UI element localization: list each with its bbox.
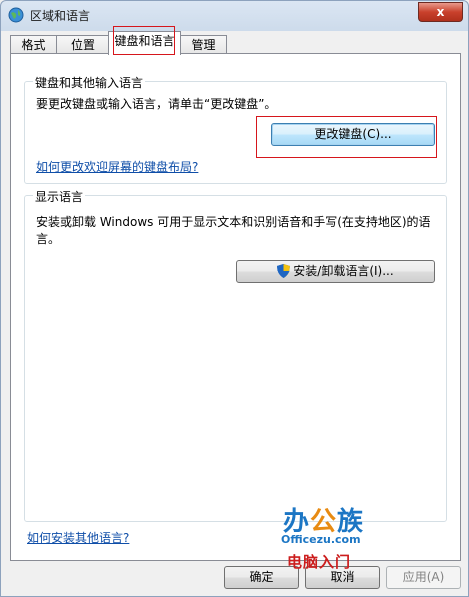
keyboard-group-title: 键盘和其他输入语言 (33, 74, 146, 91)
change-keyboard-highlight-box (256, 116, 437, 158)
install-other-languages-link[interactable]: 如何安装其他语言? (27, 529, 129, 546)
tab-location[interactable]: 位置 (56, 35, 110, 54)
display-description-line1: 安装或卸载 Windows 可用于显示文本和识别语音和手写(在支持地区)的语 (36, 215, 431, 229)
shield-icon (277, 264, 291, 278)
close-icon: x (436, 5, 445, 19)
close-button[interactable]: x (418, 2, 463, 22)
tab-administrative[interactable]: 管理 (180, 35, 227, 54)
globe-icon (8, 7, 24, 23)
display-description-line2: 言。 (36, 232, 61, 246)
tab-format[interactable]: 格式 (10, 35, 57, 54)
watermark-url: Officezu.com (281, 533, 361, 546)
watermark-subtitle: 电脑入门 (287, 553, 352, 571)
install-languages-button[interactable]: 安装/卸载语言(I)... (236, 260, 435, 283)
keyboard-description: 要更改键盘或输入语言，请单击“更改键盘”。 (36, 97, 277, 111)
apply-button[interactable]: 应用(A) (386, 566, 461, 589)
officezu-watermark: 办公族 Officezu.com 电脑入门 (279, 501, 379, 571)
window-title: 区域和语言 (30, 9, 91, 23)
title-bar: 区域和语言 x (1, 1, 468, 29)
dialog-window: 区域和语言 x 格式 位置 键盘和语言 管理 键盘和其他输入语言 要更改键盘或输… (0, 0, 469, 597)
welcome-keyboard-link[interactable]: 如何更改欢迎屏幕的键盘布局? (36, 158, 198, 175)
tab-bar: 格式 位置 键盘和语言 管理 (10, 26, 460, 55)
install-button-label: 安装/卸载语言(I)... (293, 264, 394, 278)
display-group-title: 显示语言 (33, 188, 86, 205)
display-language-group: 显示语言 安装或卸载 Windows 可用于显示文本和识别语音和手写(在支持地区… (24, 188, 447, 522)
tab-highlight-box (113, 26, 175, 55)
